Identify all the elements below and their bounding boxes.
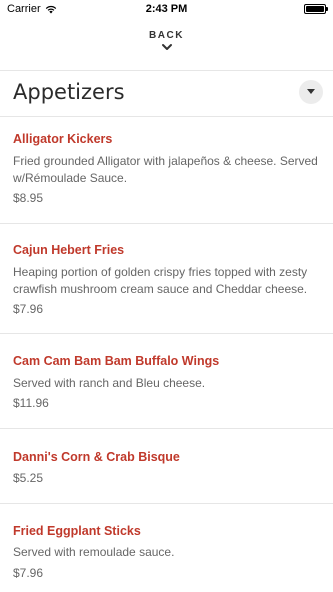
- item-price: $5.25: [13, 471, 44, 485]
- item-name: Cajun Hebert Fries: [13, 243, 125, 257]
- item-description: Heaping portion of golden crispy fries t…: [13, 265, 308, 296]
- back-button[interactable]: BACK: [0, 30, 333, 52]
- section-title: Appetizers: [13, 80, 125, 104]
- menu-item[interactable]: Cam Cam Bam Bam Buffalo Wings Served wit…: [0, 333, 333, 428]
- caret-down-icon: [307, 89, 315, 94]
- item-name: Cam Cam Bam Bam Buffalo Wings: [13, 354, 220, 368]
- back-label: BACK: [149, 30, 184, 41]
- battery-level: [306, 6, 324, 12]
- item-name: Danni's Corn & Crab Bisque: [13, 450, 180, 464]
- status-bar: Carrier 2:43 PM: [0, 0, 333, 20]
- menu-item[interactable]: Fried Eggplant Sticks Served with remoul…: [0, 503, 333, 592]
- item-name: Fried Eggplant Sticks: [13, 524, 141, 538]
- item-description: Served with ranch and Bleu cheese.: [13, 376, 206, 390]
- item-price: $8.95: [13, 191, 44, 205]
- battery-icon: [304, 4, 328, 14]
- menu-item[interactable]: Cajun Hebert Fries Heaping portion of go…: [0, 223, 333, 333]
- menu-item[interactable]: Alligator Kickers Fried grounded Alligat…: [0, 116, 333, 223]
- item-description: Served with remoulade sauce.: [13, 545, 175, 559]
- section-dropdown-button[interactable]: [299, 80, 323, 104]
- item-name: Alligator Kickers: [13, 132, 113, 146]
- chevron-down-icon: [161, 44, 172, 50]
- section-header: Appetizers: [0, 72, 333, 116]
- menu-item[interactable]: Danni's Corn & Crab Bisque $5.25: [0, 428, 333, 503]
- status-time: 2:43 PM: [145, 3, 188, 15]
- item-description: Fried grounded Alligator with jalapeños …: [13, 154, 318, 185]
- item-price: $11.96: [13, 396, 49, 410]
- status-right: [304, 4, 328, 14]
- item-price: $7.96: [13, 566, 44, 580]
- header-divider: [0, 70, 333, 71]
- item-price: $7.96: [13, 302, 44, 316]
